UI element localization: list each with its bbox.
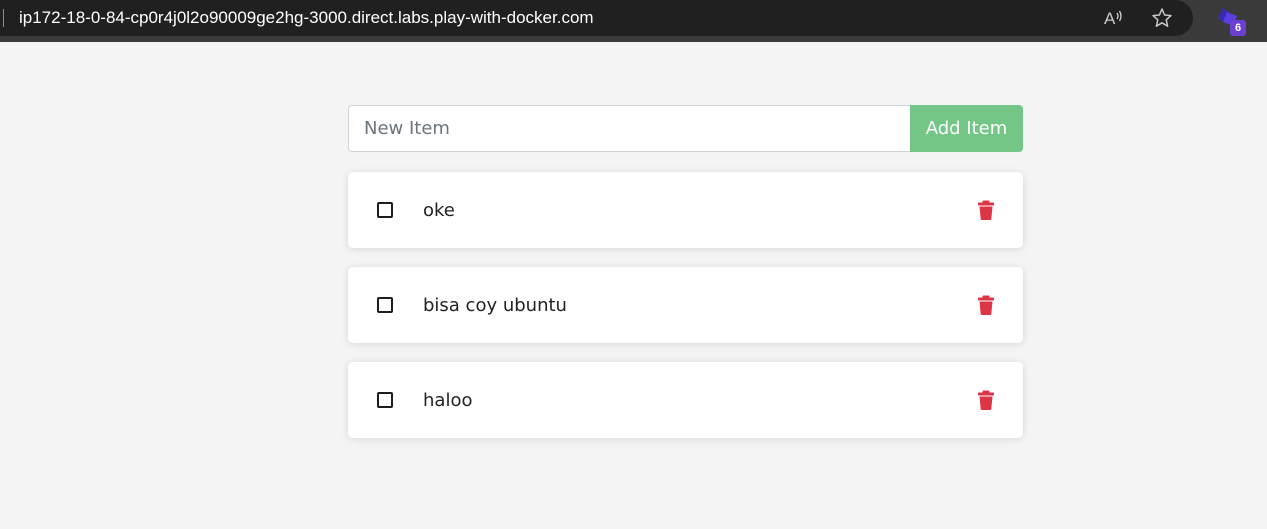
todo-label: oke <box>423 200 455 221</box>
address-url[interactable]: ip172-18-0-84-cp0r4j0l2o90009ge2hg-3000.… <box>19 8 594 28</box>
svg-text:A: A <box>1104 9 1116 28</box>
trash-icon <box>978 200 994 220</box>
delete-item-button[interactable] <box>975 294 997 316</box>
todo-checkbox[interactable] <box>377 202 393 218</box>
read-aloud-icon[interactable]: A <box>1103 7 1125 29</box>
address-bar[interactable]: ip172-18-0-84-cp0r4j0l2o90009ge2hg-3000.… <box>0 0 1193 36</box>
todo-item: oke <box>348 172 1023 248</box>
trash-icon <box>978 295 994 315</box>
todo-checkbox[interactable] <box>377 297 393 313</box>
todo-label: haloo <box>423 390 473 411</box>
star-icon[interactable] <box>1151 7 1173 29</box>
add-item-button[interactable]: Add Item <box>910 105 1023 152</box>
todo-item: bisa coy ubuntu <box>348 267 1023 343</box>
address-divider <box>3 9 4 27</box>
new-item-input[interactable] <box>348 105 911 152</box>
browser-toolbar: ip172-18-0-84-cp0r4j0l2o90009ge2hg-3000.… <box>0 0 1267 42</box>
trash-icon <box>978 390 994 410</box>
add-item-form: Add Item <box>348 105 1023 152</box>
todo-checkbox[interactable] <box>377 392 393 408</box>
extension-badge: 6 <box>1230 20 1246 36</box>
delete-item-button[interactable] <box>975 199 997 221</box>
todo-label: bisa coy ubuntu <box>423 295 567 316</box>
todo-item: haloo <box>348 362 1023 438</box>
todo-list: oke bisa coy ubuntu haloo <box>348 172 1023 457</box>
delete-item-button[interactable] <box>975 389 997 411</box>
